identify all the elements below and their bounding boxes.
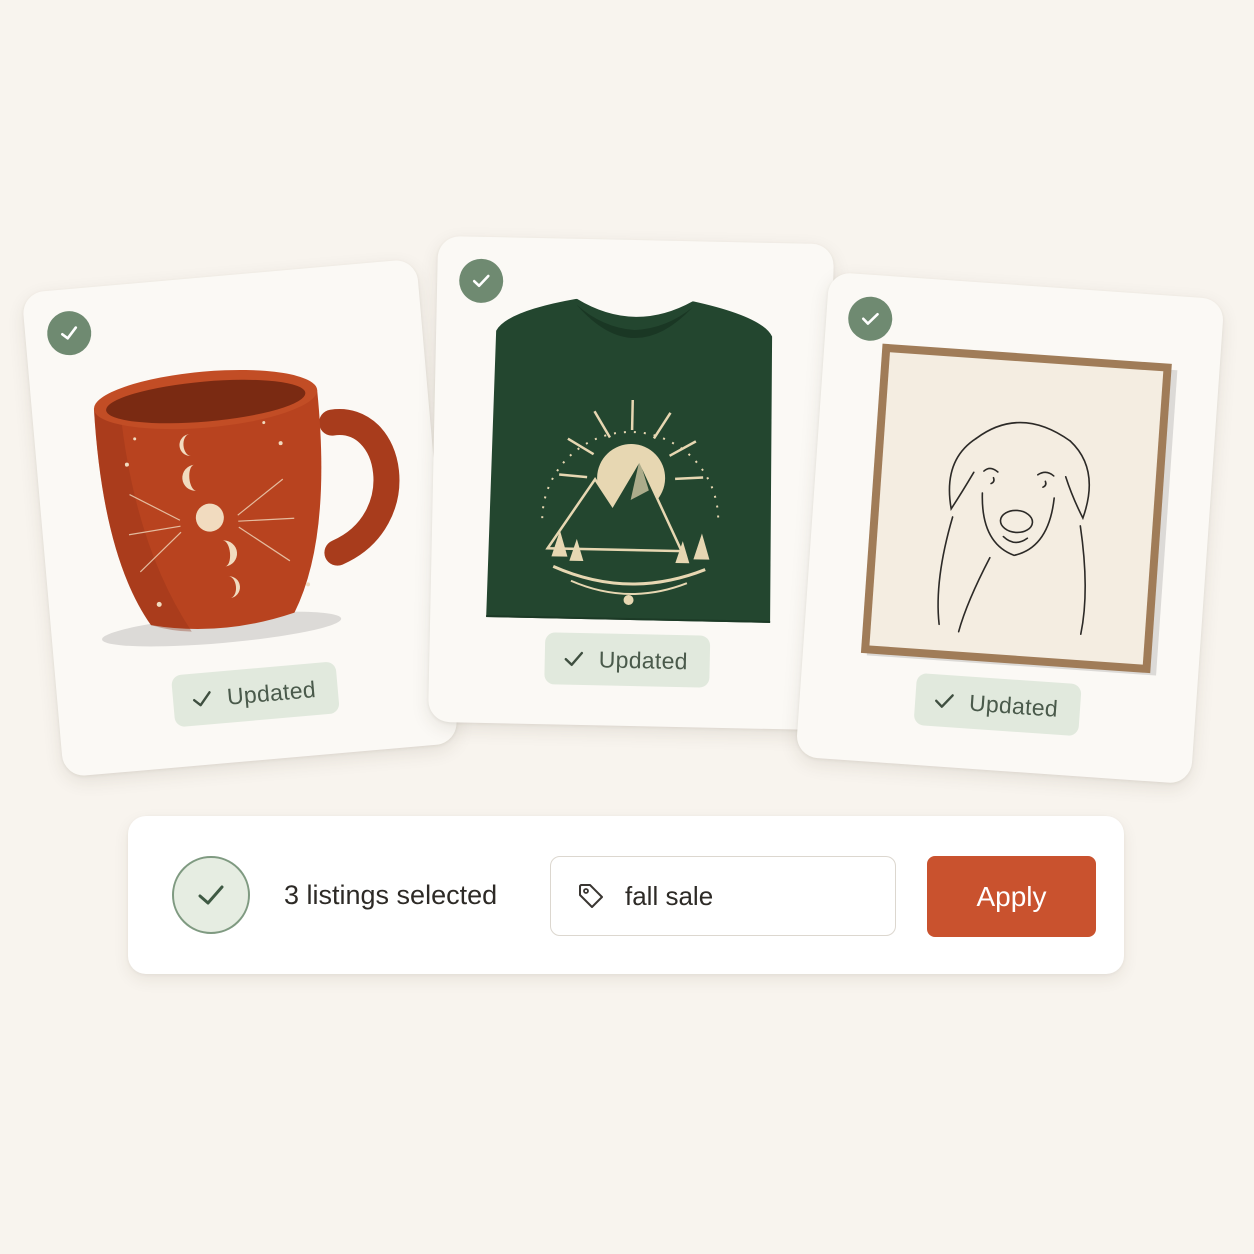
tag-input[interactable]: fall sale: [550, 856, 896, 936]
listing-card-print[interactable]: Updated: [795, 271, 1225, 785]
listing-card-tshirt[interactable]: Updated: [427, 235, 835, 731]
tag-input-value: fall sale: [625, 880, 714, 911]
check-icon: [192, 691, 211, 707]
framed-print-image: [860, 343, 1178, 677]
updated-label: Updated: [225, 675, 317, 710]
updated-label: Updated: [968, 689, 1059, 722]
apply-button[interactable]: Apply: [927, 856, 1096, 937]
select-all-check-icon[interactable]: [172, 856, 250, 934]
tshirt-image: [485, 298, 773, 624]
updated-status-pill: Updated: [544, 632, 711, 688]
tag-icon: [579, 884, 603, 908]
updated-status-pill: Updated: [170, 661, 340, 728]
mug-image: [93, 370, 400, 647]
bulk-action-bar: 3 listings selected fall sale Apply: [128, 816, 1124, 974]
listing-card-mug[interactable]: Updated: [21, 258, 459, 778]
check-icon: [564, 651, 584, 666]
check-icon: [935, 694, 954, 708]
updated-status-pill: Updated: [913, 672, 1082, 737]
selection-count: 3 listings selected: [284, 879, 498, 910]
updated-label: Updated: [598, 645, 689, 674]
